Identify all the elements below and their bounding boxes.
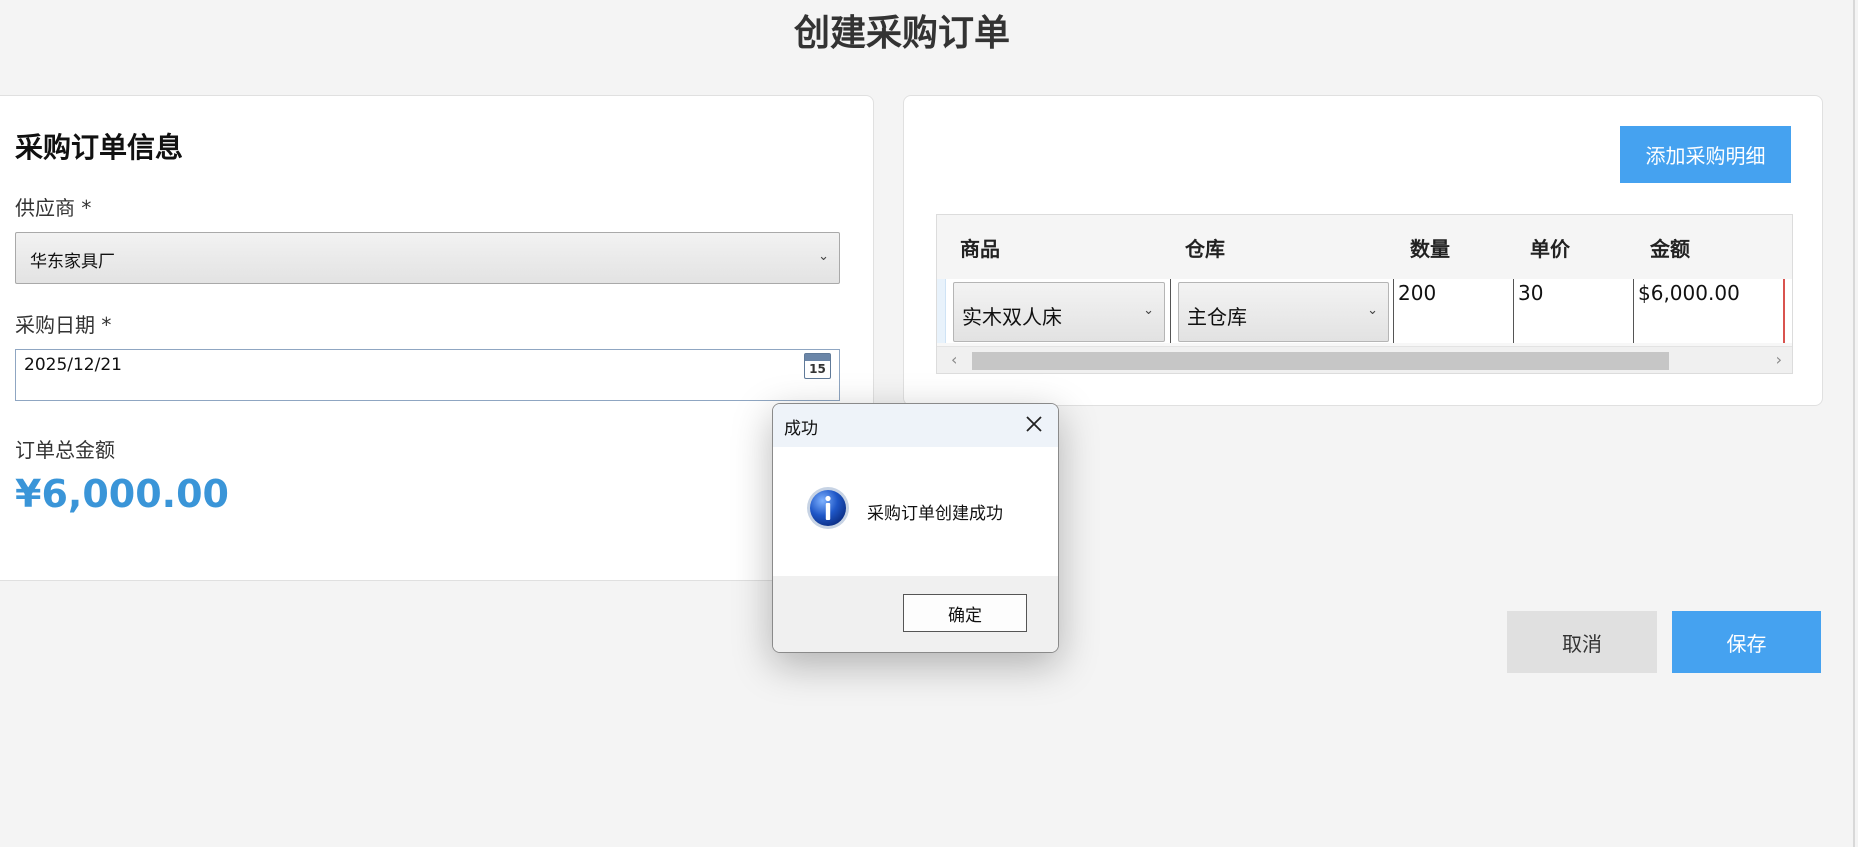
ok-button[interactable]: 确定 — [903, 594, 1027, 632]
column-divider — [1513, 279, 1514, 343]
total-label: 订单总金额 — [15, 438, 115, 462]
page-title: 创建采购订单 — [793, 13, 1010, 54]
order-info-title: 采购订单信息 — [15, 131, 184, 164]
column-divider — [1170, 279, 1171, 343]
scroll-right-icon[interactable]: › — [1776, 350, 1782, 369]
scroll-left-icon[interactable]: ‹ — [951, 350, 957, 369]
chevron-down-icon: ⌄ — [1367, 303, 1378, 318]
column-header-unit-price[interactable]: 单价 — [1530, 233, 1570, 262]
dialog-message: 采购订单创建成功 — [867, 504, 1003, 524]
column-divider — [1393, 279, 1394, 343]
save-button[interactable]: 保存 — [1672, 611, 1821, 673]
unit-price-cell[interactable]: 30 — [1518, 281, 1543, 305]
cancel-button[interactable]: 取消 — [1507, 611, 1657, 673]
date-label: 采购日期 * — [15, 313, 112, 337]
warehouse-select[interactable]: 主仓库 ⌄ — [1178, 282, 1389, 342]
details-grid: 商品 仓库 数量 单价 金额 实木双人床 ⌄ 主仓库 ⌄ 200 30 $6,0… — [936, 214, 1793, 374]
dialog-title: 成功 — [784, 419, 818, 439]
warehouse-value: 主仓库 — [1187, 305, 1247, 329]
date-value: 2025/12/21 — [24, 355, 122, 375]
window-edge — [1853, 0, 1855, 847]
dialog-titlebar: 成功 — [773, 404, 1058, 447]
calendar-icon[interactable]: 15 — [804, 353, 831, 379]
info-icon — [807, 487, 849, 529]
quantity-cell[interactable]: 200 — [1398, 281, 1436, 305]
column-header-product[interactable]: 商品 — [960, 233, 1000, 262]
row-indicator — [937, 279, 946, 343]
product-value: 实木双人床 — [962, 305, 1062, 329]
column-header-amount[interactable]: 金额 — [1650, 233, 1690, 262]
column-header-quantity[interactable]: 数量 — [1410, 233, 1450, 262]
amount-cell: $6,000.00 — [1638, 281, 1740, 305]
success-dialog: 成功 采购订单创建成功 确定 — [772, 403, 1059, 653]
dialog-footer: 确定 — [773, 576, 1058, 652]
purchase-date-input[interactable]: 2025/12/21 15 — [15, 349, 840, 401]
row-edge-marker — [1783, 279, 1785, 343]
column-divider — [1633, 279, 1634, 343]
grid-header: 商品 仓库 数量 单价 金额 — [937, 215, 1792, 279]
column-header-warehouse[interactable]: 仓库 — [1185, 233, 1225, 262]
product-select[interactable]: 实木双人床 ⌄ — [953, 282, 1165, 342]
chevron-down-icon: ⌄ — [1143, 303, 1154, 318]
supplier-select[interactable]: 华东家具厂 ⌄ — [15, 232, 840, 284]
chevron-down-icon: ⌄ — [818, 249, 829, 264]
add-detail-button[interactable]: 添加采购明细 — [1620, 126, 1791, 183]
close-icon[interactable] — [1020, 410, 1048, 438]
table-row[interactable]: 实木双人床 ⌄ 主仓库 ⌄ 200 30 $6,000.00 — [937, 279, 1792, 343]
supplier-label: 供应商 * — [15, 196, 92, 220]
scrollbar-thumb[interactable] — [972, 352, 1669, 370]
horizontal-scrollbar[interactable]: ‹ › — [937, 346, 1792, 373]
supplier-value: 华东家具厂 — [30, 252, 115, 272]
total-amount: ¥6,000.00 — [15, 472, 229, 516]
